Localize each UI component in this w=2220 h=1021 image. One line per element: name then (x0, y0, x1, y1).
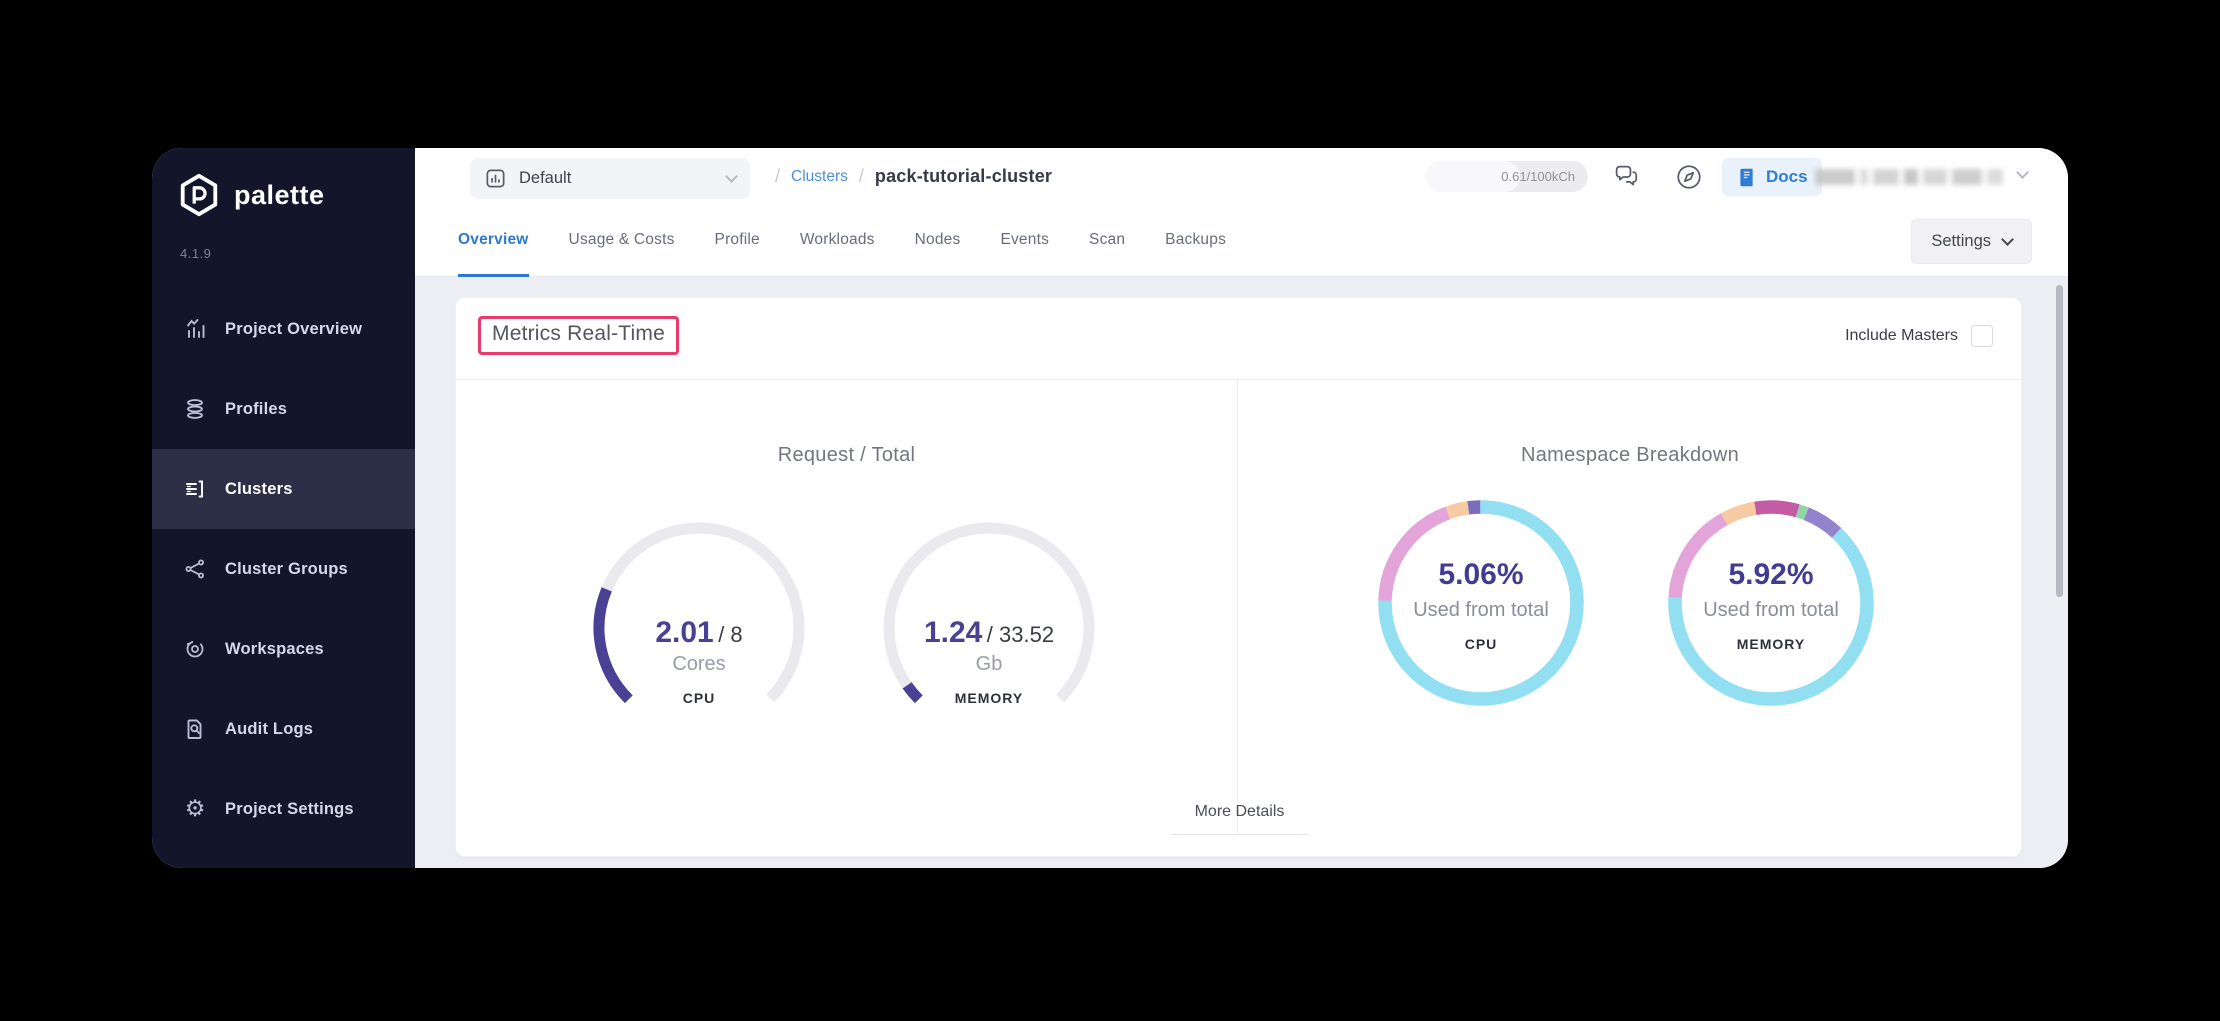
app-version: 4.1.9 (180, 246, 211, 261)
network-icon (182, 556, 208, 582)
topbar: Default / Clusters / pack-tutorial-clust… (415, 148, 2068, 205)
app-window: palette 4.1.9 Project Overview (152, 148, 2068, 868)
vertical-scrollbar[interactable] (2056, 285, 2063, 597)
brand[interactable]: palette (176, 172, 325, 218)
docs-button-label: Docs (1766, 167, 1808, 187)
docs-button[interactable]: Docs (1722, 158, 1822, 196)
cpu-gauge-value: 2.01 (655, 616, 713, 649)
breadcrumb-separator: / (859, 166, 864, 187)
metrics-card-title: Metrics Real-Time (492, 322, 665, 345)
sidebar-item-cluster-groups[interactable]: Cluster Groups (152, 529, 415, 609)
settings-button[interactable]: Settings (1911, 219, 2032, 264)
project-selector[interactable]: Default (470, 158, 750, 199)
memory-gauge-label: MEMORY (874, 690, 1104, 706)
memory-donut-caption: Used from total (1666, 599, 1876, 622)
sidebar-item-profiles[interactable]: Profiles (152, 369, 415, 449)
sidebar-item-label: Cluster Groups (225, 560, 348, 579)
settings-button-label: Settings (1931, 232, 1991, 251)
memory-donut-label: MEMORY (1666, 636, 1876, 652)
sidebar-item-clusters[interactable]: Clusters (152, 449, 415, 529)
sidebar-item-project-overview[interactable]: Project Overview (152, 289, 415, 369)
breadcrumb: / Clusters / pack-tutorial-cluster (775, 148, 1052, 205)
tab-profile[interactable]: Profile (715, 205, 760, 277)
sidebar-item-label: Workspaces (225, 640, 324, 659)
tab-events[interactable]: Events (1000, 205, 1049, 277)
more-details-link[interactable]: More Details (1171, 803, 1309, 835)
user-menu-blurred-name[interactable] (1815, 167, 2003, 187)
metrics-card: Metrics Real-Time Include Masters Reques… (455, 297, 2022, 857)
chevron-down-icon (725, 170, 738, 183)
tab-scan[interactable]: Scan (1089, 205, 1125, 277)
project-selector-value: Default (519, 169, 715, 188)
card-header-divider (456, 379, 2021, 380)
memory-donut-percent: 5.92% (1666, 558, 1876, 592)
breadcrumb-separator: / (775, 166, 780, 187)
cpu-donut-caption: Used from total (1376, 599, 1586, 622)
tab-workloads[interactable]: Workloads (800, 205, 875, 277)
sidebar: palette 4.1.9 Project Overview (152, 148, 415, 868)
tab-overview[interactable]: Overview (458, 205, 529, 277)
include-masters-label: Include Masters (1845, 327, 1958, 345)
cpu-gauge-total: / 8 (718, 622, 742, 647)
include-masters-control: Include Masters (1845, 325, 1993, 347)
chat-icon[interactable] (1612, 162, 1642, 192)
request-total-title: Request / Total (456, 444, 1237, 467)
sidebar-item-project-settings[interactable]: ⚙ Project Settings (152, 769, 415, 849)
include-masters-checkbox[interactable] (1971, 325, 1993, 347)
annotation-highlight-box: Metrics Real-Time (478, 316, 679, 355)
sidebar-item-label: Project Settings (225, 800, 354, 819)
user-menu-chevron-icon[interactable] (2016, 166, 2029, 179)
cpu-namespace-donut: 5.06% Used from total CPU (1376, 498, 1586, 708)
bar-chart-icon (182, 316, 208, 342)
orbit-icon (182, 636, 208, 662)
palette-logo-icon (176, 172, 222, 218)
tabs-row: Overview Usage & Costs Profile Workloads… (415, 205, 2068, 277)
cpu-gauge: 2.01 / 8 Cores CPU (584, 513, 814, 743)
cpu-gauge-label: CPU (584, 690, 814, 706)
layers-icon (182, 396, 208, 422)
cpu-donut-label: CPU (1376, 636, 1586, 652)
servers-icon (182, 476, 208, 502)
memory-gauge-total: / 33.52 (987, 622, 1054, 647)
breadcrumb-current-cluster: pack-tutorial-cluster (875, 166, 1052, 187)
doc-search-icon (182, 716, 208, 742)
sidebar-item-label: Clusters (225, 480, 293, 499)
sidebar-item-audit-logs[interactable]: Audit Logs (152, 689, 415, 769)
gear-icon: ⚙ (182, 796, 208, 822)
app-title: palette (234, 180, 325, 211)
breadcrumb-link-clusters[interactable]: Clusters (791, 168, 848, 186)
namespace-breakdown-title: Namespace Breakdown (1237, 444, 2023, 467)
chart-select-icon (484, 167, 507, 190)
compass-icon[interactable] (1674, 162, 1704, 192)
book-icon (1736, 167, 1757, 188)
sidebar-item-label: Project Overview (225, 320, 362, 339)
tab-nodes[interactable]: Nodes (915, 205, 961, 277)
screenshot-stage: palette 4.1.9 Project Overview (0, 0, 2220, 1021)
memory-gauge: 1.24 / 33.52 Gb MEMORY (874, 513, 1104, 743)
usage-badge-text: 0.61/100kCh (1501, 169, 1575, 184)
memory-gauge-unit: Gb (874, 653, 1104, 676)
memory-gauge-value: 1.24 (924, 616, 982, 649)
cpu-gauge-unit: Cores (584, 653, 814, 676)
sidebar-nav: Project Overview Profiles (152, 289, 415, 849)
usage-badge: 0.61/100kCh (1426, 161, 1588, 192)
sidebar-item-label: Audit Logs (225, 720, 313, 739)
memory-namespace-donut: 5.92% Used from total MEMORY (1666, 498, 1876, 708)
tab-backups[interactable]: Backups (1165, 205, 1226, 277)
sidebar-item-workspaces[interactable]: Workspaces (152, 609, 415, 689)
sidebar-item-label: Profiles (225, 400, 287, 419)
tab-usage-costs[interactable]: Usage & Costs (569, 205, 675, 277)
tabs: Overview Usage & Costs Profile Workloads… (458, 205, 1226, 277)
chevron-down-icon (2001, 233, 2014, 246)
cpu-donut-percent: 5.06% (1376, 558, 1586, 592)
more-details-wrap: More Details (456, 803, 2023, 835)
